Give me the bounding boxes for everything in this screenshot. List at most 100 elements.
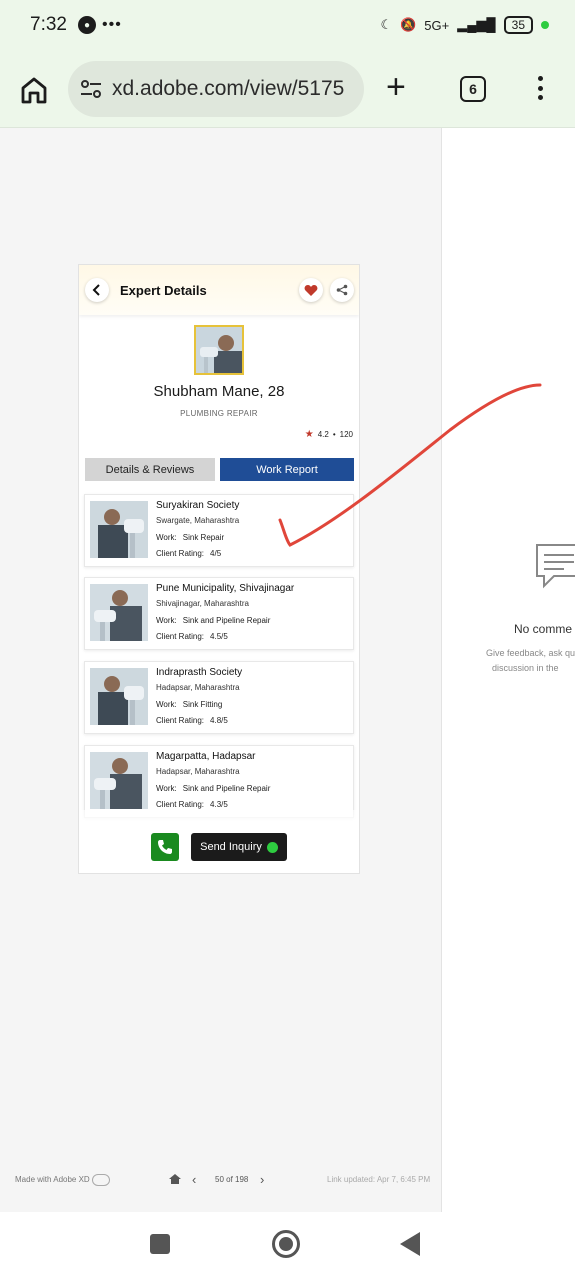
- comments-hint-line2: discussion in the: [492, 663, 559, 673]
- client-rating: Client Rating: 4/5: [156, 549, 221, 558]
- address-bar[interactable]: xd.adobe.com/view/5175: [68, 61, 364, 117]
- network-label: 5G+: [424, 17, 450, 33]
- work-type: Work: Sink Repair: [156, 533, 224, 542]
- client-rating-value: 4.8/5: [210, 716, 228, 725]
- prototype-artboard: Expert Details Shubham Mane, 28 PLUMBING…: [78, 264, 360, 874]
- work-item-card[interactable]: Magarpatta, Hadapsar Hadapsar, Maharasht…: [84, 745, 354, 818]
- url-text[interactable]: xd.adobe.com/view/5175: [112, 77, 356, 101]
- client-rating-label: Client Rating:: [156, 716, 205, 725]
- signal-icon: ▂▄▆█: [457, 17, 496, 32]
- work-label: Work:: [156, 700, 177, 709]
- recents-icon[interactable]: [150, 1234, 170, 1254]
- client-rating: Client Rating: 4.8/5: [156, 716, 228, 725]
- no-comments-title: No comme: [514, 622, 573, 636]
- work-value: Sink Fitting: [182, 700, 223, 709]
- work-type: Work: Sink and Pipeline Repair: [156, 616, 270, 625]
- site-settings-icon[interactable]: [80, 79, 102, 99]
- work-title: Indraprasth Society: [156, 667, 243, 678]
- work-label: Work:: [156, 616, 177, 625]
- comment-icon: [536, 544, 575, 589]
- new-tab-icon[interactable]: +: [386, 70, 406, 104]
- work-type: Work: Sink and Pipeline Repair: [156, 784, 270, 793]
- work-location: Hadapsar, Maharashtra: [156, 683, 240, 692]
- comments-hint-line1: Give feedback, ask qu: [486, 648, 575, 658]
- client-rating-value: 4.3/5: [210, 800, 228, 809]
- tab-work-report[interactable]: Work Report: [220, 458, 354, 481]
- work-title: Pune Municipality, Shivajinagar: [156, 583, 295, 594]
- expert-category: PLUMBING REPAIR: [180, 409, 258, 418]
- rating-summary: ★ 4.2 • 120: [305, 429, 353, 440]
- xd-footer: Made with Adobe XD ‹ 50 of 198 › Link up…: [0, 1168, 441, 1194]
- client-rating: Client Rating: 4.3/5: [156, 800, 228, 809]
- made-with-xd: Made with Adobe XD: [15, 1175, 90, 1184]
- expert-name: Shubham Mane, 28: [153, 383, 285, 400]
- work-title: Suryakiran Society: [156, 500, 240, 511]
- link-icon[interactable]: [92, 1174, 110, 1186]
- work-location: Shivajinagar, Maharashtra: [156, 599, 249, 608]
- favorite-button[interactable]: [299, 278, 323, 302]
- expert-avatar: [194, 325, 244, 375]
- browser-menu-icon[interactable]: [530, 72, 550, 104]
- work-value: Sink and Pipeline Repair: [182, 784, 271, 793]
- work-value: Sink and Pipeline Repair: [182, 616, 271, 625]
- client-rating-value: 4/5: [210, 549, 222, 558]
- work-location: Swargate, Maharashtra: [156, 516, 240, 525]
- mute-icon: 🔕: [400, 17, 417, 32]
- comments-hint: Give feedback, ask qu discussion in the: [486, 646, 575, 676]
- star-icon: ★: [304, 429, 314, 440]
- work-thumbnail: [90, 752, 148, 809]
- chevron-left-icon: [92, 284, 100, 296]
- plumber-photo: [196, 327, 242, 373]
- work-item-card[interactable]: Suryakiran Society Swargate, Maharashtra…: [84, 494, 354, 567]
- header-title: Expert Details: [120, 283, 207, 298]
- previous-screen-icon[interactable]: ‹: [192, 1172, 196, 1187]
- work-thumbnail: [90, 668, 148, 725]
- moon-icon: ☾: [380, 17, 393, 32]
- next-screen-icon[interactable]: ›: [260, 1172, 264, 1187]
- call-button[interactable]: [151, 833, 179, 861]
- browser-toolbar: xd.adobe.com/view/5175 + 6: [0, 52, 575, 128]
- link-updated: Link updated: Apr 7, 6:45 PM: [327, 1175, 431, 1184]
- share-button[interactable]: [330, 278, 354, 302]
- status-bar: 7:32 ● ••• ☾ 🔕 5G+ ▂▄▆█ 35: [0, 0, 575, 52]
- share-icon: [336, 284, 348, 296]
- work-type: Work: Sink Fitting: [156, 700, 222, 709]
- tab-details-reviews[interactable]: Details & Reviews: [85, 458, 215, 481]
- send-inquiry-button[interactable]: Send Inquiry: [191, 833, 287, 861]
- client-rating-label: Client Rating:: [156, 800, 205, 809]
- back-nav-icon[interactable]: [400, 1232, 420, 1256]
- android-nav-bar: [0, 1212, 575, 1280]
- status-time: 7:32: [30, 14, 67, 35]
- page-counter: 50 of 198: [215, 1175, 249, 1184]
- privacy-dot-icon: [541, 21, 549, 29]
- back-button[interactable]: [85, 278, 109, 302]
- more-notifications-icon: •••: [102, 16, 122, 33]
- client-rating-label: Client Rating:: [156, 549, 205, 558]
- work-label: Work:: [156, 533, 177, 542]
- comments-panel: No comme Give feedback, ask qu discussio…: [441, 128, 575, 1212]
- rating-value: 4.2: [317, 430, 329, 439]
- send-inquiry-label: Send Inquiry: [200, 841, 262, 853]
- work-thumbnail: [90, 584, 148, 641]
- work-title: Magarpatta, Hadapsar: [156, 751, 256, 762]
- client-rating-value: 4.5/5: [210, 632, 228, 641]
- separator-dot: •: [332, 430, 336, 439]
- notification-icon: ●: [78, 16, 96, 34]
- home-nav-icon[interactable]: [272, 1230, 300, 1258]
- work-label: Work:: [156, 784, 177, 793]
- home-icon[interactable]: [18, 74, 50, 106]
- whatsapp-icon: [266, 841, 278, 853]
- system-icons: ☾ 🔕 5G+ ▂▄▆█ 35: [380, 16, 549, 34]
- heart-icon: [304, 284, 318, 296]
- client-rating-label: Client Rating:: [156, 632, 205, 641]
- notification-icons: ● •••: [78, 16, 122, 34]
- phone-icon: [158, 840, 172, 854]
- work-item-card[interactable]: Indraprasth Society Hadapsar, Maharashtr…: [84, 661, 354, 734]
- work-thumbnail: [90, 501, 148, 558]
- tab-switcher-button[interactable]: 6: [460, 76, 486, 102]
- client-rating: Client Rating: 4.5/5: [156, 632, 228, 641]
- work-item-card[interactable]: Pune Municipality, Shivajinagar Shivajin…: [84, 577, 354, 650]
- prototype-home-icon[interactable]: [168, 1173, 182, 1185]
- work-location: Hadapsar, Maharashtra: [156, 767, 240, 776]
- battery-level: 35: [503, 16, 533, 34]
